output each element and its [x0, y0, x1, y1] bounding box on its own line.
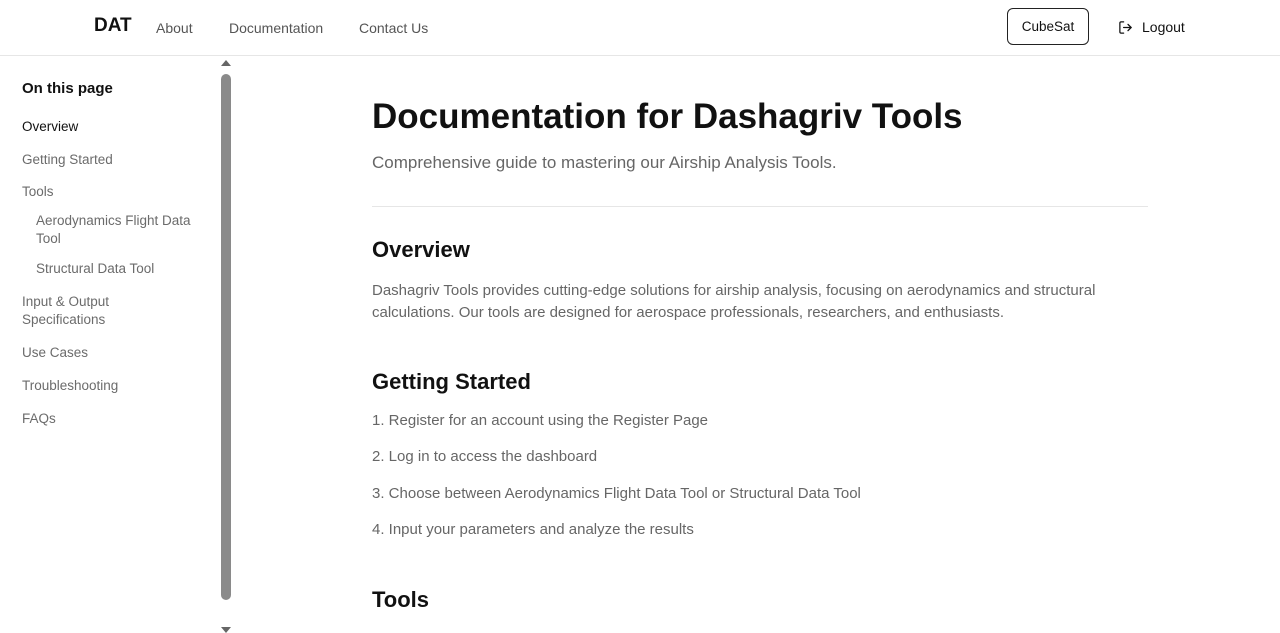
step-item: 2. Log in to access the dashboard [372, 448, 598, 465]
toc-title: On this page [22, 80, 113, 97]
brand-logo[interactable]: DAT [94, 15, 132, 37]
cubesat-button[interactable]: CubeSat [1007, 8, 1089, 45]
toc-item-aerodynamics-flight-data-tool[interactable]: Aerodynamics Flight Data Tool [36, 212, 206, 248]
overview-heading: Overview [372, 237, 470, 262]
tools-heading: Tools [372, 587, 430, 612]
toc-item-structural-data-tool[interactable]: Structural Data Tool [36, 260, 154, 278]
main-content: Documentation for Dashagriv Tools Compre… [372, 57, 1148, 633]
nav-about[interactable]: About [156, 20, 193, 36]
scrollbar-thumb[interactable] [221, 74, 231, 600]
logout-button[interactable]: Logout [1118, 17, 1185, 37]
overview-text: Dashagriv Tools provides cutting-edge so… [372, 282, 1096, 321]
scroll-down-arrow-icon[interactable] [221, 627, 231, 633]
getting-started-heading: Getting Started [372, 369, 531, 394]
toc-item-getting-started[interactable]: Getting Started [22, 151, 113, 169]
logout-icon [1119, 20, 1132, 34]
top-navbar: DAT About Documentation Contact Us CubeS… [0, 0, 1280, 56]
toc-item-use-cases[interactable]: Use Cases [22, 344, 88, 362]
logout-label: Logout [1142, 19, 1185, 35]
step-item: 4. Input your parameters and analyze the… [372, 521, 694, 538]
page-subtitle: Comprehensive guide to mastering our Air… [372, 153, 837, 172]
toc-item-tools[interactable]: Tools [22, 183, 54, 201]
scroll-up-arrow-icon[interactable] [221, 60, 231, 66]
toc-sidebar: On this page Overview Getting Started To… [0, 57, 220, 633]
toc-item-faqs[interactable]: FAQs [22, 410, 56, 428]
step-item: 3. Choose between Aerodynamics Flight Da… [372, 485, 861, 502]
step-item: 1. Register for an account using the Reg… [372, 412, 709, 429]
toc-item-overview[interactable]: Overview [22, 118, 78, 136]
divider [372, 206, 1148, 207]
nav-contact-us[interactable]: Contact Us [359, 20, 428, 36]
nav-documentation[interactable]: Documentation [229, 20, 323, 36]
toc-item-input-output-specifications[interactable]: Input & Output Specifications [22, 293, 127, 329]
toc-item-troubleshooting[interactable]: Troubleshooting [22, 377, 118, 395]
page-title: Documentation for Dashagriv Tools [372, 97, 963, 136]
